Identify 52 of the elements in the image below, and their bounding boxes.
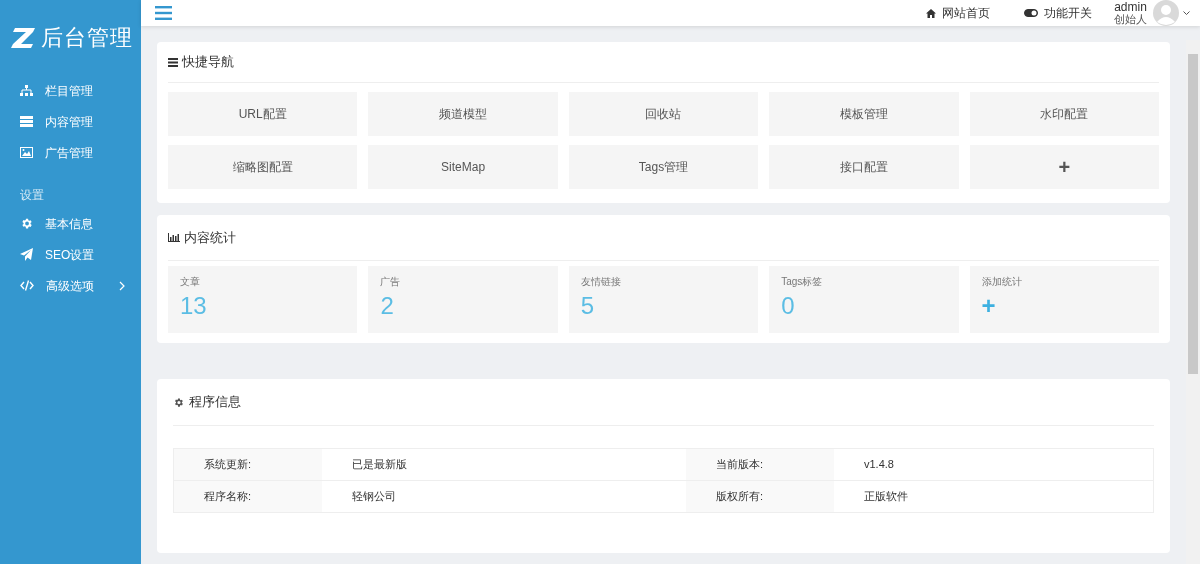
card-title: 内容统计 [184, 228, 236, 247]
header-link[interactable]: 网站首页 [926, 4, 990, 22]
logo-icon [11, 28, 37, 48]
user-role: 创始人 [1114, 13, 1147, 25]
shortcut-button[interactable]: 回收站 [568, 92, 759, 136]
shortcut-button[interactable]: 水印配置 [969, 92, 1159, 136]
info-label: 系统更新: [173, 448, 322, 481]
list-icon [168, 57, 178, 67]
stat-label: 文章 [180, 275, 200, 289]
stat-label: 广告 [380, 275, 401, 289]
stat-value: 2 [380, 291, 394, 321]
info-value: 正版软件 [834, 480, 1154, 513]
shortcut-button[interactable]: SiteMap [368, 145, 558, 189]
stat-label: 友情链接 [580, 275, 621, 289]
sitemap-icon [20, 85, 33, 96]
header-link[interactable]: 功能开关 [1024, 4, 1092, 22]
shortcut-button[interactable]: Tags管理 [568, 145, 759, 189]
list-icon [20, 116, 33, 127]
stat-value: 5 [580, 291, 595, 321]
info-label: 当前版本: [686, 448, 834, 481]
card-title: 程序信息 [189, 393, 241, 412]
shortcut-button[interactable]: 频道模型 [368, 92, 558, 136]
logo-text: 后台管理 [41, 27, 134, 49]
info-label: 版权所有: [686, 480, 834, 513]
info-label: 程序名称: [173, 480, 322, 513]
gear-icon [20, 217, 33, 230]
stat-tile[interactable]: 添加统计 + [969, 266, 1159, 333]
user-name: admin [1114, 1, 1147, 13]
caret-icon[interactable] [1183, 10, 1190, 16]
stat-label: 添加统计 [981, 275, 1022, 289]
section-title: 设置 [19, 187, 45, 204]
code-icon [20, 280, 34, 291]
gear-icon [173, 396, 184, 408]
menu-icon[interactable] [155, 6, 172, 20]
paper-plane-icon [20, 248, 33, 261]
toggle-icon [1024, 9, 1038, 17]
picture-icon [20, 147, 33, 158]
stat-value: 0 [781, 291, 795, 321]
shortcut-button[interactable]: 模板管理 [769, 92, 959, 136]
info-value: 轻钢公司 [321, 480, 686, 513]
shortcut-button[interactable]: 缩略图配置 [168, 145, 358, 189]
stat-value: 13 [180, 291, 207, 321]
add-shortcut-button[interactable]: + [969, 145, 1159, 189]
info-value: v1.4.8 [834, 448, 1154, 481]
card-title: 快捷导航 [182, 53, 234, 72]
stat-label: Tags标签 [781, 275, 823, 289]
shortcut-button[interactable]: URL配置 [168, 92, 358, 136]
info-value: 已是最新版 [321, 448, 686, 481]
bar-chart-icon [168, 233, 180, 242]
chevron-icon [119, 280, 125, 291]
home-icon [926, 8, 936, 18]
shortcut-button[interactable]: 接口配置 [769, 145, 959, 189]
